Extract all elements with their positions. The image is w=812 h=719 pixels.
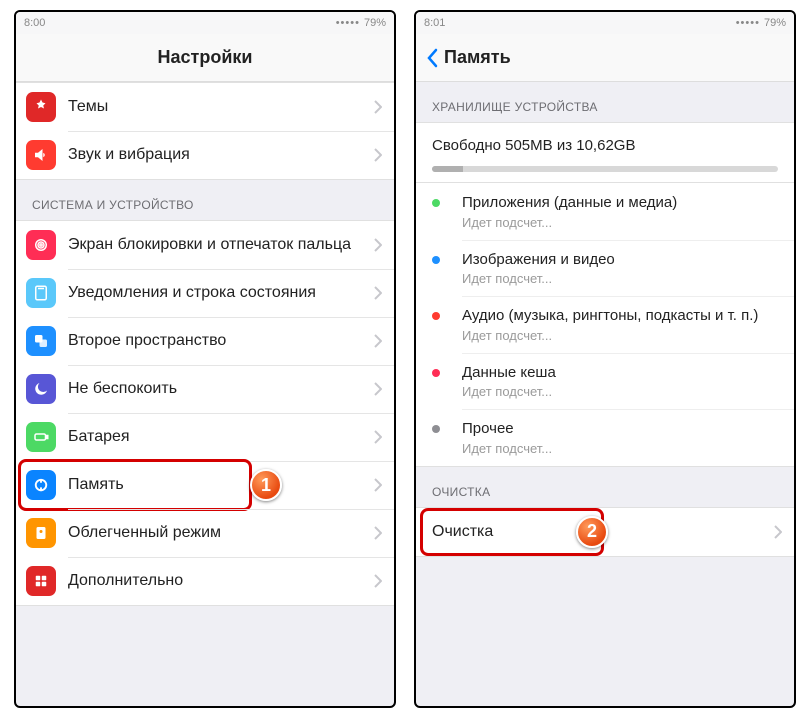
signal-icon: ••••• <box>336 17 360 29</box>
chevron-right-icon <box>374 100 382 114</box>
category-cache[interactable]: Данные кеша Идет подсчет... <box>416 353 794 410</box>
dot-icon <box>432 425 440 433</box>
cleanup-group: Очистка 2 <box>416 507 794 557</box>
section-header-cleanup: ОЧИСТКА <box>416 467 794 507</box>
category-other[interactable]: Прочее Идет подсчет... <box>416 409 794 466</box>
signal-icon: ••••• <box>736 17 760 29</box>
chevron-right-icon <box>374 334 382 348</box>
row-sound[interactable]: Звук и вибрация <box>16 131 394 179</box>
category-images[interactable]: Изображения и видео Идет подсчет... <box>416 240 794 297</box>
phone-right: 8:01 ••••• 79% Память ХРАНИЛИЩЕ УСТРОЙСТ… <box>414 10 796 708</box>
row-label: Батарея <box>68 427 374 447</box>
category-subtitle: Идет подсчет... <box>462 441 778 456</box>
chevron-right-icon <box>374 526 382 540</box>
row-battery[interactable]: Батарея <box>16 413 394 461</box>
status-time: 8:01 <box>424 17 445 29</box>
chevron-right-icon <box>374 478 382 492</box>
row-label: Второе пространство <box>68 331 374 351</box>
status-bar: 8:00 ••••• 79% <box>16 12 394 34</box>
row-label: Очистка <box>432 522 774 542</box>
storage-bar-fill <box>432 166 463 172</box>
dot-icon <box>432 312 440 320</box>
storage-free-text: Свободно 505MB из 10,62GB <box>432 137 778 154</box>
second-space-icon <box>26 326 56 356</box>
storage-summary: Свободно 505MB из 10,62GB <box>416 122 794 183</box>
category-subtitle: Идет подсчет... <box>462 215 778 230</box>
dot-icon <box>432 199 440 207</box>
row-label: Уведомления и строка состояния <box>68 283 374 303</box>
category-title: Аудио (музыка, рингтоны, подкасты и т. п… <box>462 306 778 326</box>
row-label: Темы <box>68 97 374 117</box>
storage-categories: Приложения (данные и медиа) Идет подсчет… <box>416 183 794 467</box>
row-second-space[interactable]: Второе пространство <box>16 317 394 365</box>
row-more[interactable]: Дополнительно <box>16 557 394 605</box>
chevron-right-icon <box>374 286 382 300</box>
row-label: Звук и вибрация <box>68 145 374 165</box>
chevron-right-icon <box>374 430 382 444</box>
section-header-storage: ХРАНИЛИЩЕ УСТРОЙСТВА <box>416 82 794 122</box>
chevron-right-icon <box>374 238 382 252</box>
chevron-right-icon <box>374 382 382 396</box>
settings-group-personalize: Темы Звук и вибрация <box>16 82 394 180</box>
chevron-right-icon <box>374 148 382 162</box>
row-storage[interactable]: Память 1 <box>16 461 394 509</box>
page-title: Настройки <box>158 47 253 68</box>
status-time: 8:00 <box>24 17 45 29</box>
row-dnd[interactable]: Не беспокоить <box>16 365 394 413</box>
row-cleanup[interactable]: Очистка 2 <box>416 508 794 556</box>
category-subtitle: Идет подсчет... <box>462 328 778 343</box>
page-title: Память <box>444 47 511 68</box>
row-label: Память <box>68 475 374 495</box>
lite-mode-icon <box>26 518 56 548</box>
fingerprint-icon <box>26 230 56 260</box>
category-title: Данные кеша <box>462 363 778 383</box>
row-notifications[interactable]: Уведомления и строка состояния <box>16 269 394 317</box>
more-icon <box>26 566 56 596</box>
battery-text: 79% <box>364 17 386 29</box>
back-button[interactable]: Память <box>426 47 511 68</box>
battery-icon <box>26 422 56 452</box>
category-title: Приложения (данные и медиа) <box>462 193 778 213</box>
category-title: Изображения и видео <box>462 250 778 270</box>
dot-icon <box>432 369 440 377</box>
battery-text: 79% <box>764 17 786 29</box>
dot-icon <box>432 256 440 264</box>
sound-icon <box>26 140 56 170</box>
storage-icon <box>26 470 56 500</box>
phone-left: 8:00 ••••• 79% Настройки Темы Звук и виб… <box>14 10 396 708</box>
row-themes[interactable]: Темы <box>16 83 394 131</box>
row-label: Не беспокоить <box>68 379 374 399</box>
navbar-settings: Настройки <box>16 34 394 82</box>
row-label: Экран блокировки и отпечаток пальца <box>68 235 374 255</box>
navbar-storage: Память <box>416 34 794 82</box>
row-label: Дополнительно <box>68 571 374 591</box>
chevron-right-icon <box>774 525 782 539</box>
chevron-right-icon <box>374 574 382 588</box>
category-subtitle: Идет подсчет... <box>462 384 778 399</box>
notifications-icon <box>26 278 56 308</box>
row-label: Облегченный режим <box>68 523 374 543</box>
storage-bar <box>432 166 778 172</box>
row-lockscreen[interactable]: Экран блокировки и отпечаток пальца <box>16 221 394 269</box>
category-audio[interactable]: Аудио (музыка, рингтоны, подкасты и т. п… <box>416 296 794 353</box>
themes-icon <box>26 92 56 122</box>
settings-group-system: Экран блокировки и отпечаток пальца Увед… <box>16 220 394 606</box>
category-subtitle: Идет подсчет... <box>462 271 778 286</box>
dnd-icon <box>26 374 56 404</box>
category-apps[interactable]: Приложения (данные и медиа) Идет подсчет… <box>416 183 794 240</box>
row-lite-mode[interactable]: Облегченный режим <box>16 509 394 557</box>
status-bar: 8:01 ••••• 79% <box>416 12 794 34</box>
category-title: Прочее <box>462 419 778 439</box>
section-header-system: СИСТЕМА И УСТРОЙСТВО <box>16 180 394 220</box>
